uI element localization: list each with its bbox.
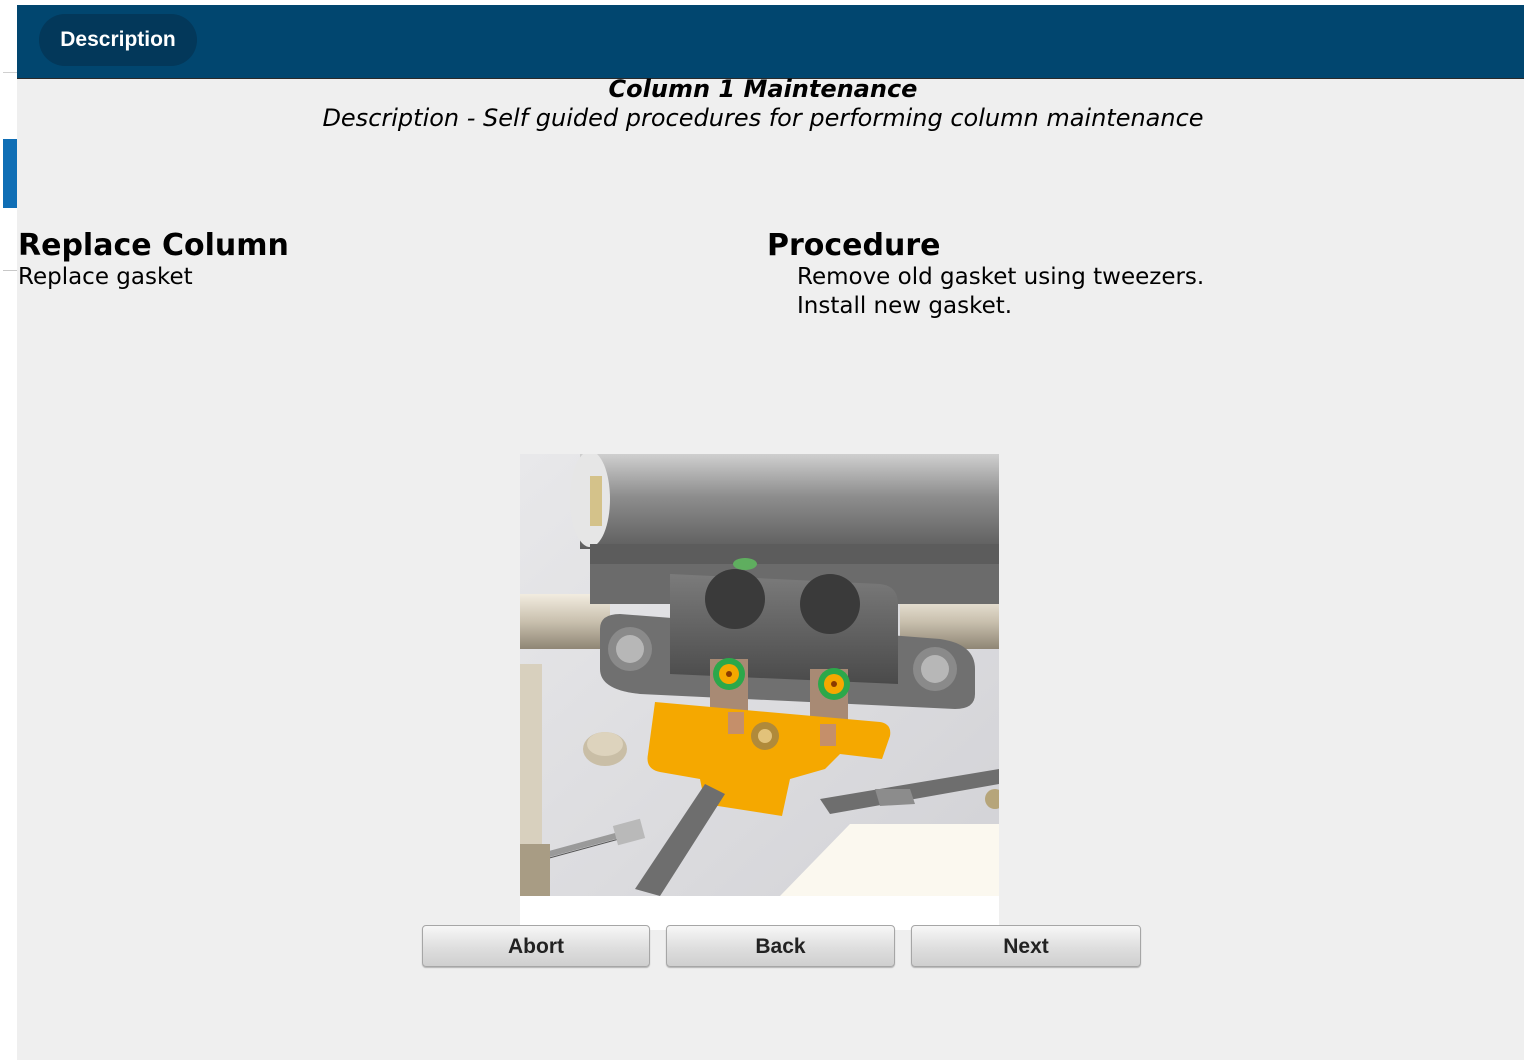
left-divider [3, 72, 17, 73]
left-divider-lower [3, 270, 17, 271]
procedure-line: Remove old gasket using tweezers. [797, 264, 1205, 290]
procedure-title: Procedure [767, 228, 941, 263]
gasket-illustration [519, 451, 1005, 930]
abort-button[interactable]: Abort [422, 925, 650, 967]
tab-description[interactable]: Description [39, 14, 197, 66]
illustration-drawing [519, 451, 1005, 896]
header-bar: Description [17, 5, 1524, 79]
page-subtitle: Description - Self guided procedures for… [322, 104, 1204, 132]
next-button[interactable]: Next [911, 925, 1141, 967]
left-selection-indicator [3, 139, 17, 208]
back-button[interactable]: Back [666, 925, 895, 967]
page-title: Column 1 Maintenance [608, 75, 918, 103]
step-title: Replace Column [18, 228, 289, 263]
procedure-line: Install new gasket. [797, 293, 1013, 319]
step-subtitle: Replace gasket [18, 264, 193, 290]
